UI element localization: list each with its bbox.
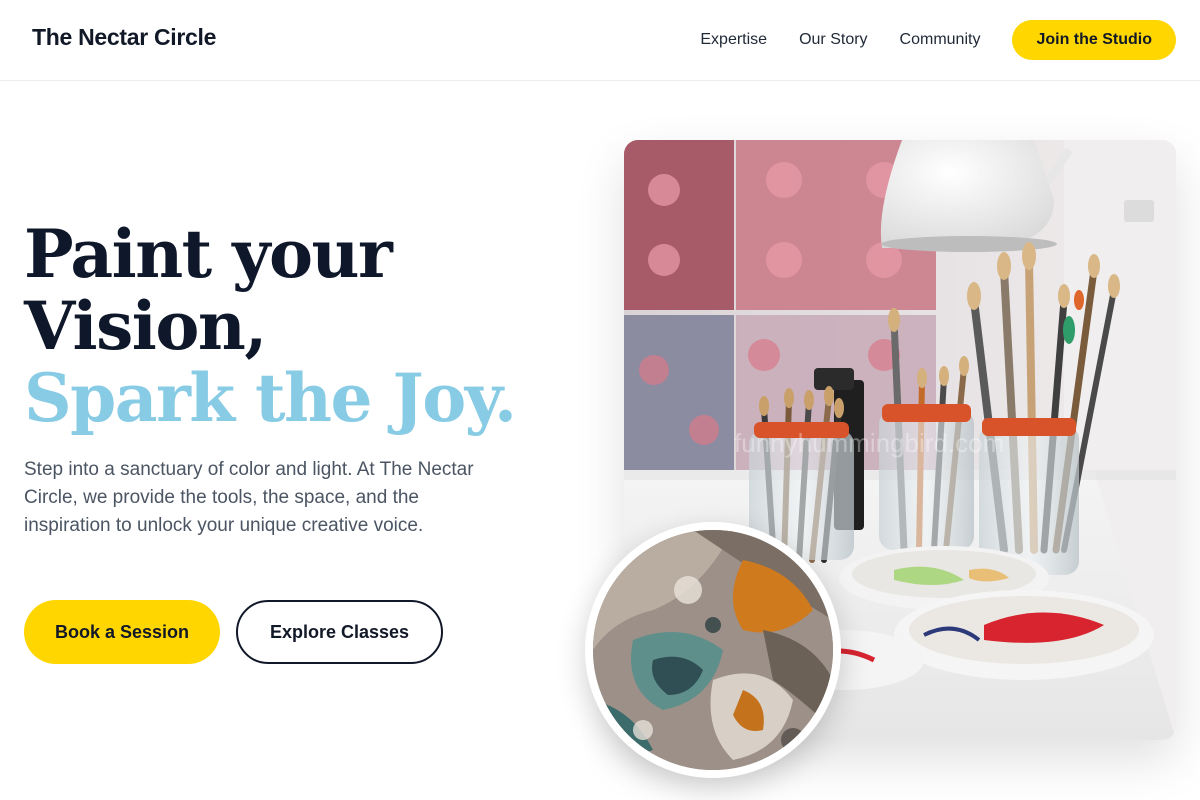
brand-logo-text[interactable]: The Nectar Circle [32,24,216,51]
hero-title-line-2: Vision, [24,287,267,365]
hero-title: Paint your Vision, Spark the Joy. [24,218,544,434]
hero-title-line-1: Paint your [24,215,393,293]
join-studio-button[interactable]: Join the Studio [1012,20,1176,60]
book-session-button[interactable]: Book a Session [24,600,220,664]
site-header: The Nectar Circle Expertise Our Story Co… [0,0,1200,81]
image-watermark: funnyhummingbird.com [734,428,1004,458]
explore-classes-button[interactable]: Explore Classes [236,600,443,664]
nav-link-expertise[interactable]: Expertise [700,31,767,49]
nav-link-our-story[interactable]: Our Story [799,31,867,49]
paint-texture-detail-photo [585,522,841,778]
hero-description: Step into a sanctuary of color and light… [24,459,474,536]
main-nav: Expertise Our Story Community Join the S… [700,20,1176,60]
hero-title-accent-line: Spark the Joy. [24,359,517,437]
nav-link-community[interactable]: Community [900,31,981,49]
